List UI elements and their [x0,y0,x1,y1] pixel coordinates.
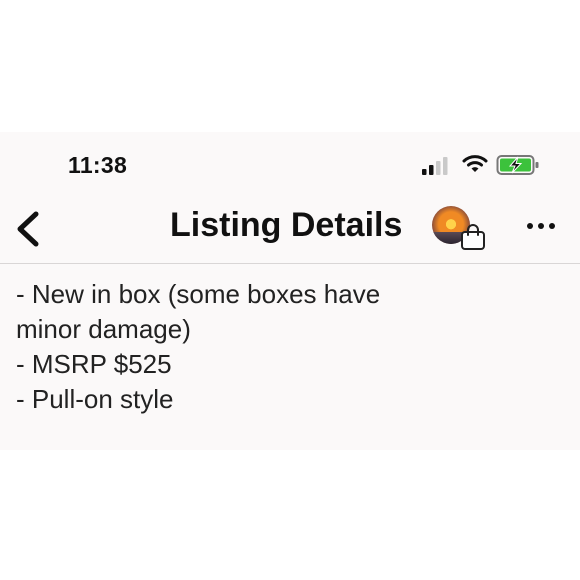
navigation-bar: Listing Details [0,196,580,264]
status-time: 11:38 [68,152,128,178]
description-line: - MSRP $525 [16,349,172,379]
chevron-left-icon[interactable] [12,208,46,250]
status-bar: 11:38 [0,132,580,196]
signal-icon [422,157,448,175]
listing-description: - New in box (some boxes have minor dama… [16,277,556,417]
description-line: minor damage) [16,314,191,344]
shopping-bag-icon[interactable] [459,223,487,251]
wifi-icon [462,155,488,172]
description-line: - New in box (some boxes have [16,279,381,309]
ellipsis-icon[interactable] [524,218,558,234]
listing-details-screen: 11:38 Listing Details - New in box (some… [0,132,580,450]
battery-charging-icon [496,155,539,175]
description-line: - Pull-on style [16,384,174,414]
page-title: Listing Details [170,206,403,244]
